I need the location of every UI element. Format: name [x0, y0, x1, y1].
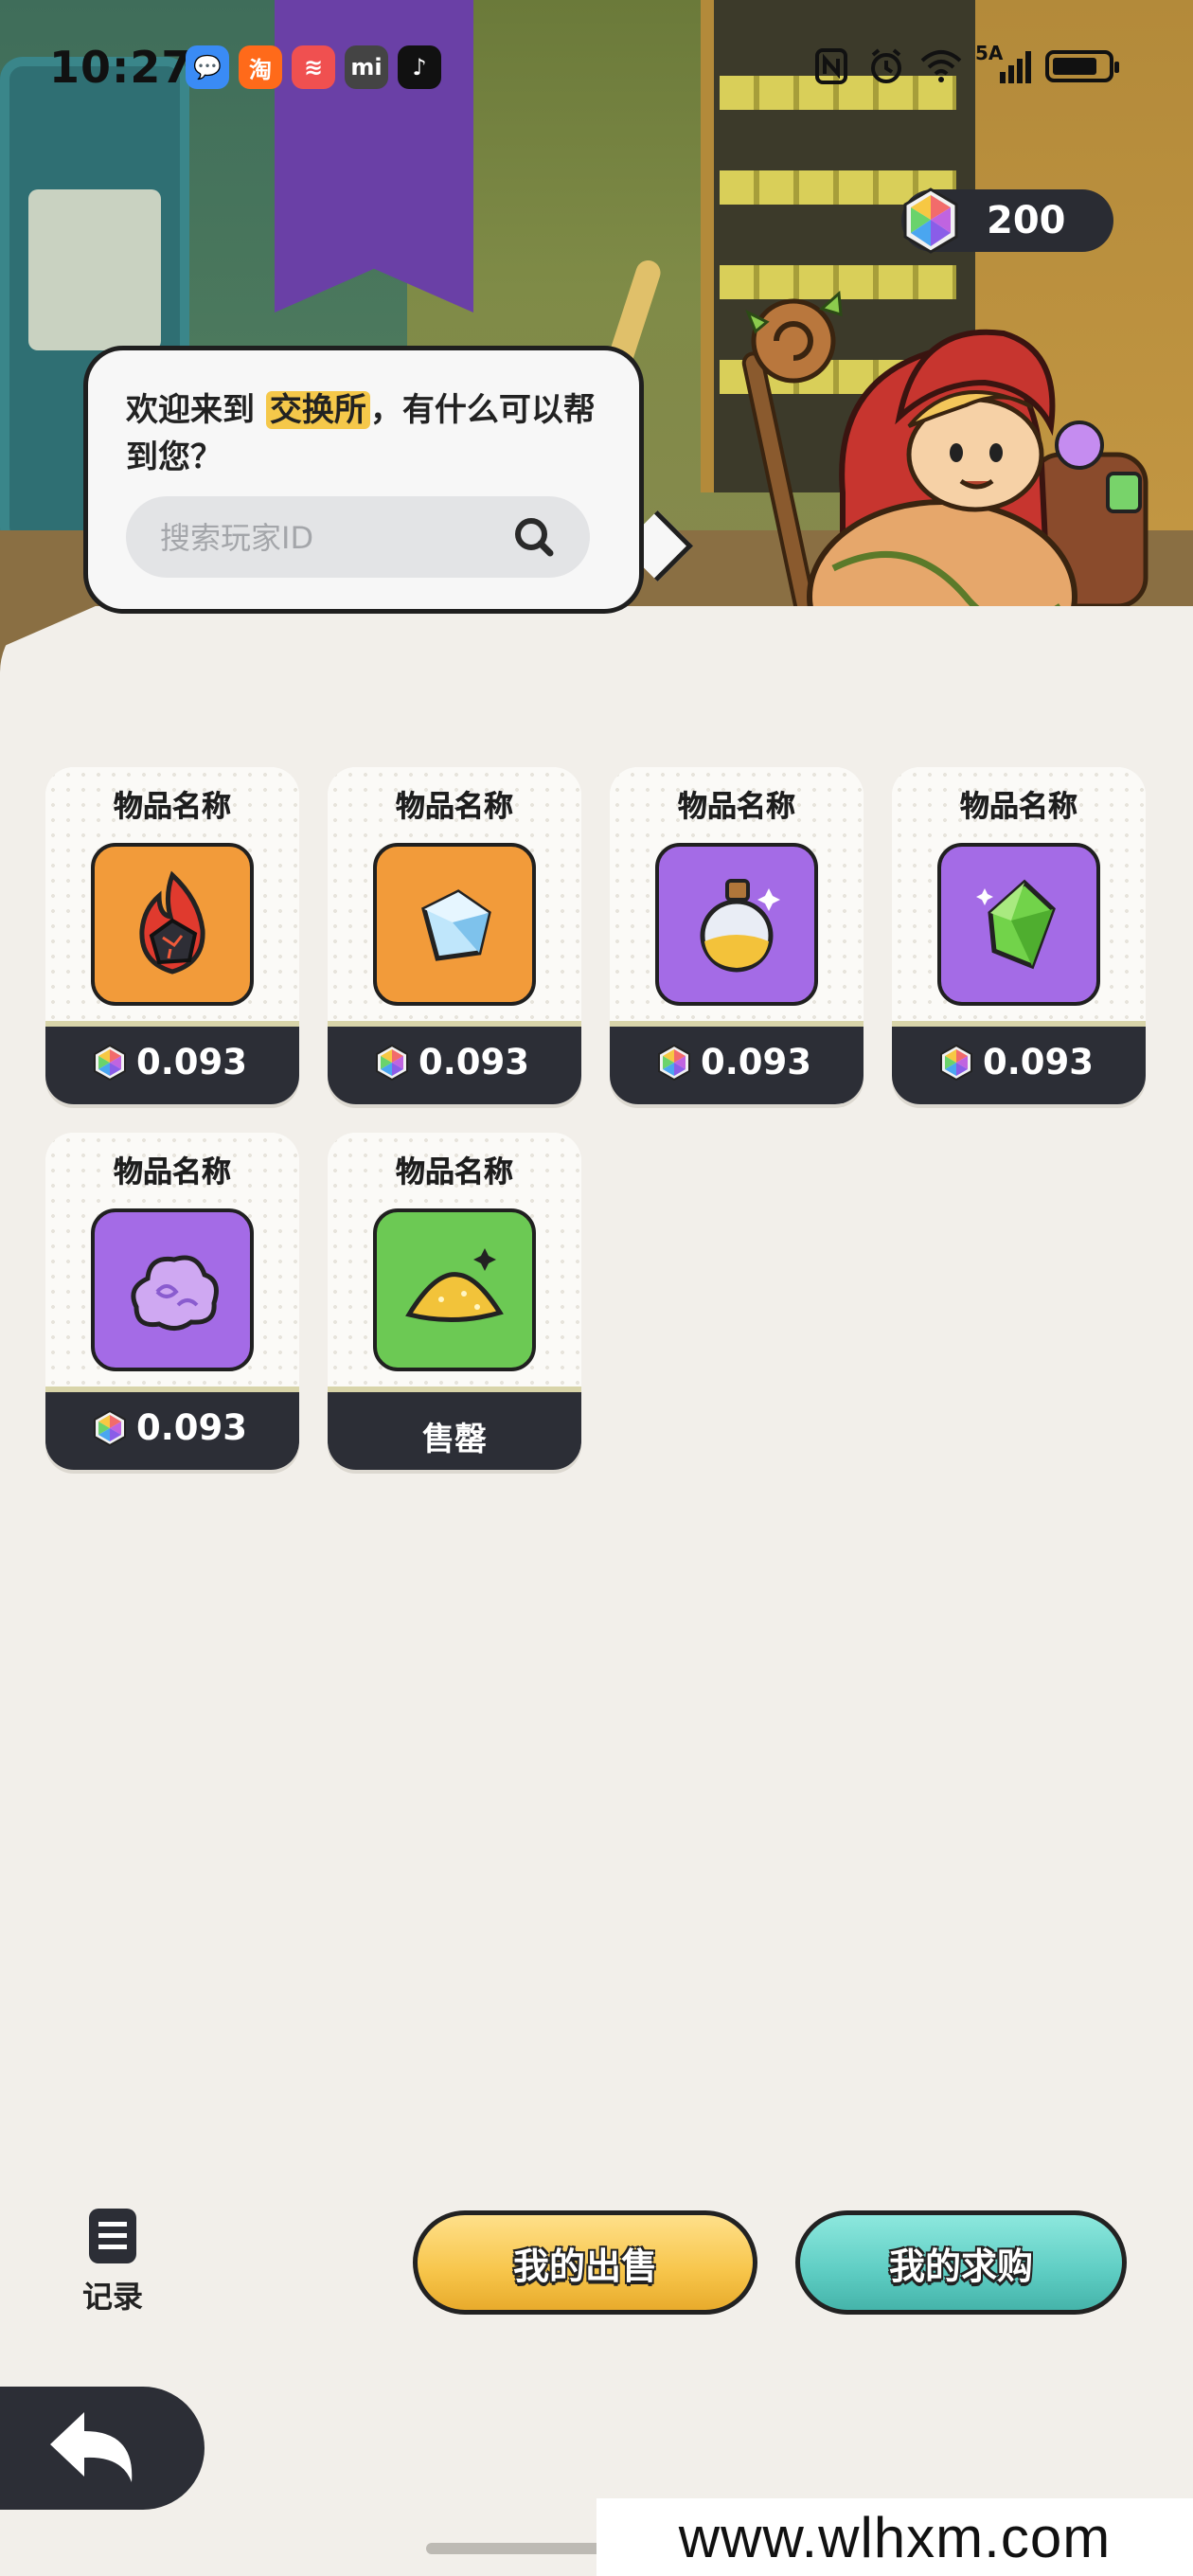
- item-price-bar: 售罄: [328, 1386, 581, 1470]
- exchange-screen: 10:27 💬 淘 ≋ mi ♪ 5A 200 欢迎来到 交换所 ，有什么可以帮…: [0, 0, 1193, 2576]
- item-price: 0.093: [136, 1407, 248, 1448]
- status-time: 10:27: [49, 42, 193, 93]
- item-card-top: 物品名称: [610, 767, 864, 1021]
- green-gem-icon: [937, 843, 1100, 1006]
- item-price-bar: 0.093: [892, 1021, 1146, 1104]
- item-card[interactable]: 物品名称 0.093: [45, 767, 299, 1104]
- nfc-icon: [810, 45, 852, 87]
- item-name: 物品名称: [114, 790, 232, 825]
- watermark: www.wlhxm.com: [596, 2498, 1193, 2576]
- item-card[interactable]: 物品名称 0.093: [892, 767, 1146, 1104]
- item-price: 0.093: [136, 1042, 248, 1082]
- ice-crystal-icon: [373, 843, 536, 1006]
- potion-bottle-icon: [655, 843, 818, 1006]
- item-card[interactable]: 物品名称 售罄: [328, 1133, 581, 1470]
- speech-bubble: 欢迎来到 交换所 ，有什么可以帮到您？: [83, 346, 644, 614]
- purple-cloud-icon: [91, 1208, 254, 1371]
- gold-dust-icon: [373, 1208, 536, 1371]
- tiktok-icon: ♪: [398, 45, 441, 89]
- item-name: 物品名称: [396, 1155, 514, 1190]
- item-name: 物品名称: [960, 790, 1078, 825]
- item-price: 0.093: [418, 1042, 530, 1082]
- item-name: 物品名称: [114, 1155, 232, 1190]
- item-card[interactable]: 物品名称 0.093: [328, 767, 581, 1104]
- item-card[interactable]: 物品名称 0.093: [610, 767, 864, 1104]
- welcome-text: 欢迎来到 交换所 ，有什么可以帮到您？: [126, 386, 618, 481]
- rainbow-gem-icon: [94, 1409, 126, 1447]
- currency-value: 200: [987, 199, 1066, 242]
- item-price-bar: 0.093: [45, 1021, 299, 1104]
- back-arrow-icon[interactable]: [41, 2403, 154, 2494]
- search-box[interactable]: [126, 496, 590, 578]
- search-input[interactable]: [158, 513, 503, 563]
- arcade-screen: [28, 189, 161, 350]
- records-label: 记录: [81, 2279, 143, 2315]
- rainbow-gem-icon: [903, 188, 958, 254]
- signal-icon: 5A: [975, 42, 1032, 87]
- status-bar: 10:27 💬 淘 ≋ mi ♪ 5A: [0, 38, 1193, 98]
- item-price-bar: 0.093: [610, 1021, 864, 1104]
- records-button[interactable]: 记录: [70, 2205, 155, 2328]
- alarm-icon: [865, 45, 907, 87]
- item-card-top: 物品名称: [892, 767, 1146, 1021]
- item-card-top: 物品名称: [328, 1133, 581, 1386]
- rainbow-gem-icon: [376, 1044, 408, 1082]
- item-price: 0.093: [983, 1042, 1095, 1082]
- back-button[interactable]: [0, 2387, 205, 2510]
- item-card[interactable]: 物品名称 0.093: [45, 1133, 299, 1470]
- search-icon[interactable]: [512, 515, 556, 559]
- records-icon[interactable]: [83, 2205, 142, 2267]
- battery-icon: [1045, 50, 1119, 82]
- currency-balance: 200: [901, 188, 1113, 254]
- sold-out-label: 售罄: [422, 1421, 487, 1458]
- welcome-prefix: 欢迎来到: [126, 391, 266, 429]
- battery-level: [1053, 58, 1097, 75]
- rainbow-gem-icon: [940, 1044, 972, 1082]
- my-sales-button[interactable]: 我的出售: [413, 2210, 757, 2315]
- panel-top-edge: [0, 606, 1193, 710]
- app-red-icon: ≋: [292, 45, 335, 89]
- taobao-icon: 淘: [239, 45, 282, 89]
- fire-ore-icon: [91, 843, 254, 1006]
- my-requests-button[interactable]: 我的求购: [795, 2210, 1127, 2315]
- wifi-icon: [920, 45, 962, 87]
- mi-icon: mi: [345, 45, 388, 89]
- item-card-top: 物品名称: [328, 767, 581, 1021]
- rainbow-gem-icon: [658, 1044, 690, 1082]
- item-price: 0.093: [701, 1042, 812, 1082]
- item-card-top: 物品名称: [45, 1133, 299, 1386]
- exchange-highlight: 交换所: [265, 391, 370, 429]
- rainbow-gem-icon: [94, 1044, 126, 1082]
- item-name: 物品名称: [396, 790, 514, 825]
- item-price-bar: 0.093: [45, 1386, 299, 1470]
- item-name: 物品名称: [678, 790, 796, 825]
- network-label: 5A: [975, 42, 1004, 64]
- messages-icon: 💬: [186, 45, 229, 89]
- item-price-bar: 0.093: [328, 1021, 581, 1104]
- item-card-top: 物品名称: [45, 767, 299, 1021]
- system-icons: 5A: [810, 42, 1119, 87]
- notification-icons: 💬 淘 ≋ mi ♪: [186, 45, 441, 89]
